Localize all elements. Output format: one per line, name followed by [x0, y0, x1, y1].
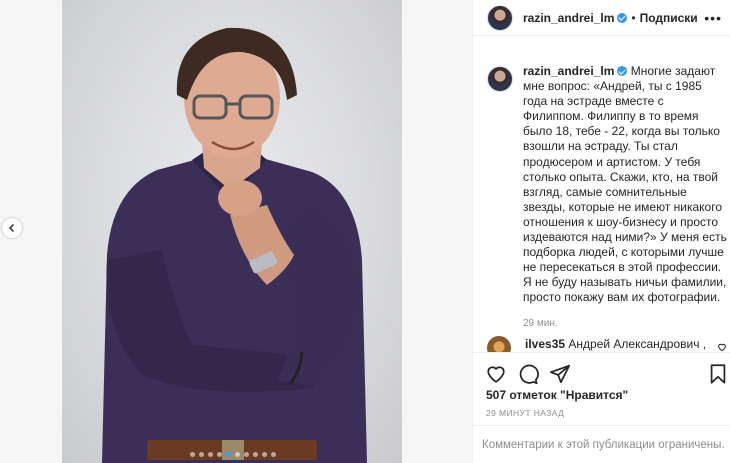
caption-username[interactable]: razin_andrei_lm — [523, 64, 614, 78]
comment-text: Андрей Александрович , — [568, 337, 707, 351]
carousel-dot — [208, 452, 213, 457]
post-header: razin_andrei_lm • Подписки ••• — [473, 0, 730, 36]
share-plane-icon[interactable] — [549, 363, 571, 385]
caption-time[interactable]: 29 мин. — [523, 316, 727, 331]
author-avatar[interactable] — [487, 4, 513, 31]
comment-like-icon[interactable] — [717, 342, 727, 352]
carousel-indicator — [190, 452, 276, 457]
post-photo — [102, 27, 367, 463]
post-media[interactable] — [0, 0, 472, 463]
author-username[interactable]: razin_andrei_lm — [523, 11, 614, 25]
verified-badge-icon — [617, 12, 628, 23]
post-timestamp[interactable]: 29 МИНУТ НАЗАД — [486, 408, 564, 418]
commenter-avatar[interactable] — [487, 336, 511, 352]
comment-bubble-icon[interactable] — [517, 363, 539, 385]
post-sidebar: razin_andrei_lm • Подписки ••• razin_and… — [472, 0, 730, 463]
comments-disabled-notice: Комментарии к этой публикации ограничены… — [473, 425, 730, 463]
comments-list: razin_andrei_lm Многие задают мне вопрос… — [487, 64, 727, 331]
carousel-dot — [190, 452, 195, 457]
commenter-username[interactable]: ilves35 — [525, 337, 565, 351]
carousel-dot — [199, 452, 204, 457]
like-heart-icon[interactable] — [485, 363, 507, 385]
caption-text: Многие задают мне вопрос: «Андрей, ты с … — [523, 64, 727, 305]
carousel-dot — [226, 452, 231, 457]
carousel-dot — [244, 452, 249, 457]
media-letterbox-right — [402, 0, 472, 463]
carousel-dot — [253, 452, 258, 457]
post-caption: razin_andrei_lm Многие задают мне вопрос… — [487, 64, 727, 331]
likes-count[interactable]: 507 отметок "Нравится" — [486, 388, 628, 402]
verified-badge-icon — [617, 66, 628, 76]
save-bookmark-icon[interactable] — [707, 363, 729, 385]
carousel-dot — [262, 452, 267, 457]
carousel-dot — [235, 452, 240, 457]
caption-avatar[interactable] — [487, 66, 513, 92]
carousel-dot — [271, 452, 276, 457]
chevron-left-icon — [8, 223, 15, 233]
carousel-prev-button[interactable] — [2, 218, 22, 238]
following-button[interactable]: Подписки — [640, 11, 698, 25]
comment-item: ilves35 Андрей Александрович , — [487, 336, 730, 352]
carousel-dot — [217, 452, 222, 457]
separator-dot: • — [631, 10, 636, 25]
more-options-icon[interactable]: ••• — [704, 10, 722, 26]
